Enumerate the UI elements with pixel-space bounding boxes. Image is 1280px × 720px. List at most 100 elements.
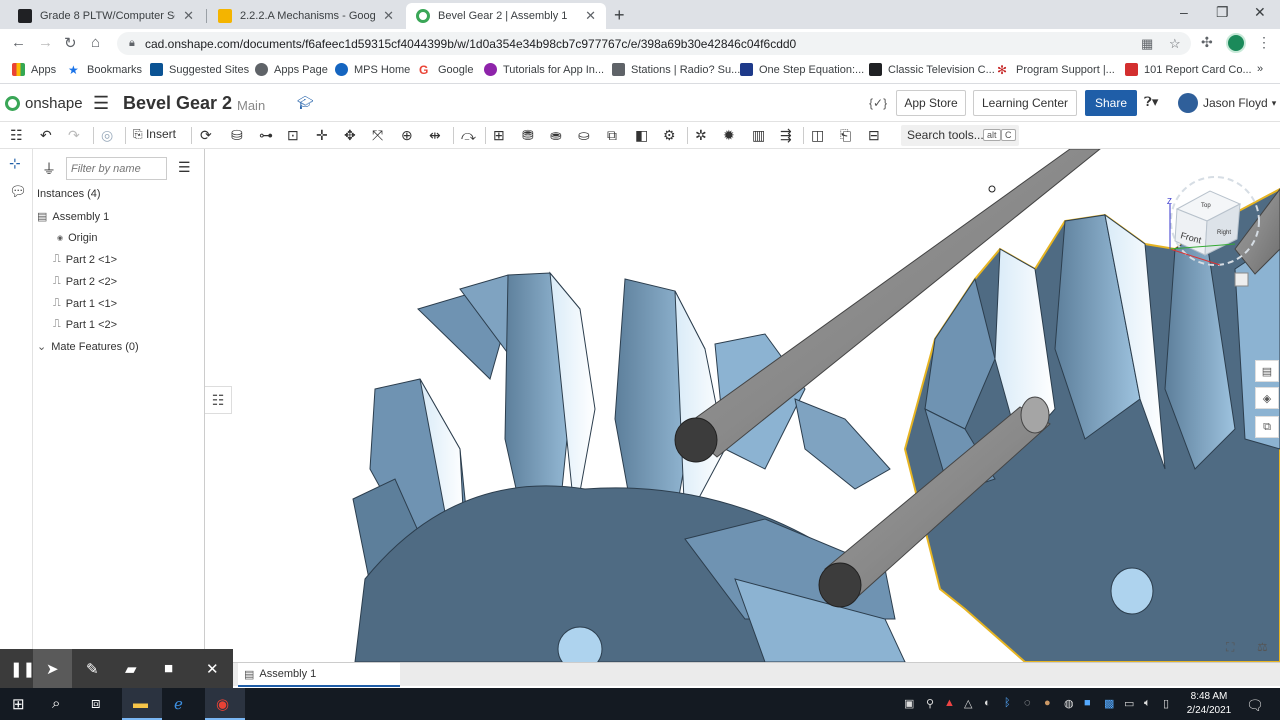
graduation-cap-icon[interactable]: 🎓︎ bbox=[297, 95, 314, 111]
chrome-icon[interactable]: ◉ bbox=[216, 695, 229, 713]
highlighter-icon[interactable]: ▰ bbox=[125, 660, 137, 678]
onshape-logo[interactable]: onshape bbox=[5, 95, 83, 112]
hamburger-menu-icon[interactable]: ☰ bbox=[93, 93, 109, 114]
mate-values-panel-icon[interactable]: ⧉ bbox=[1255, 416, 1279, 438]
gear-icon[interactable]: ✹ bbox=[723, 127, 735, 144]
revolute-mate-icon[interactable]: ⊶ bbox=[259, 127, 273, 144]
tree-item-part[interactable]: ⎍ Part 2 <2> bbox=[53, 275, 117, 288]
linear-relation-icon[interactable]: ◧ bbox=[635, 127, 648, 144]
bookmark-star-icon[interactable]: ☆ bbox=[1169, 36, 1181, 52]
bookmark-program-support[interactable]: ✻ Program Support |... bbox=[997, 63, 1115, 77]
bookmark-one-step[interactable]: One Step Equation:... bbox=[740, 63, 864, 76]
window-close-icon[interactable]: ✕ bbox=[1254, 4, 1266, 21]
group-icon[interactable]: ⛃ bbox=[522, 127, 534, 144]
back-icon[interactable]: ← bbox=[11, 34, 26, 51]
regenerate-icon[interactable]: ◎ bbox=[101, 127, 113, 144]
view-cube-home-icon[interactable] bbox=[1234, 272, 1249, 287]
tray-app-icon[interactable]: ■ bbox=[1084, 697, 1091, 709]
tree-item-part[interactable]: ⎍ Part 2 <1> bbox=[53, 253, 117, 266]
view-cube-top-label[interactable]: Top bbox=[1201, 203, 1211, 209]
branch-name[interactable]: Main bbox=[237, 98, 265, 113]
screw-relation-icon[interactable]: ⧉ bbox=[607, 127, 617, 144]
pointer-icon[interactable]: ➤ bbox=[46, 660, 59, 678]
graphics-viewport[interactable]: Top Front Right Z bbox=[205, 149, 1280, 662]
qr-code-icon[interactable]: ▦ bbox=[1141, 36, 1153, 52]
search-tools-button[interactable]: Search tools... alt C bbox=[901, 125, 1019, 146]
planar-mate-icon[interactable]: ✛ bbox=[316, 127, 328, 144]
filter-icon[interactable]: ⏚ bbox=[42, 159, 56, 179]
mass-properties-icon[interactable]: ⛶ bbox=[1226, 640, 1234, 655]
profile-avatar[interactable] bbox=[1226, 33, 1246, 53]
section-view-icon[interactable]: ▥ bbox=[752, 127, 765, 144]
app-store-button[interactable]: App Store bbox=[896, 90, 966, 116]
tab-assembly-1[interactable]: ▤ Assembly 1 bbox=[238, 663, 400, 687]
tangent-mate-icon[interactable]: ⤼ bbox=[461, 127, 476, 144]
close-recorder-icon[interactable]: ✕ bbox=[206, 660, 219, 678]
redo-icon[interactable]: ↷ bbox=[68, 127, 80, 144]
animate-icon[interactable]: ✲ bbox=[695, 127, 707, 144]
microphone-icon[interactable]: ⚲ bbox=[926, 697, 934, 710]
new-tab-button[interactable]: + bbox=[614, 5, 625, 26]
properties-panel-icon[interactable]: ▤ bbox=[1255, 360, 1279, 382]
bookmark-tutorials[interactable]: Tutorials for App In... bbox=[484, 63, 604, 76]
gear-relation-icon[interactable]: ⛂ bbox=[550, 127, 562, 144]
language-icon[interactable]: ▯ bbox=[1163, 697, 1169, 710]
pause-icon[interactable]: ❚❚ bbox=[10, 660, 35, 678]
home-icon[interactable]: ⌂ bbox=[91, 34, 100, 51]
tray-app-icon[interactable]: ▣ bbox=[904, 697, 914, 710]
bluetooth-icon[interactable]: ᛒ bbox=[1004, 697, 1011, 709]
bookmark-google[interactable]: G Google bbox=[419, 63, 473, 77]
measure-scale-icon[interactable]: ⚖ bbox=[1257, 640, 1268, 654]
menu-dots-icon[interactable]: ⋮ bbox=[1257, 34, 1271, 51]
bookmark-classic-tv[interactable]: Classic Television C... bbox=[869, 63, 995, 76]
help-icon[interactable]: ❓︎▾ bbox=[1144, 94, 1158, 110]
browser-tab-onshape[interactable]: Bevel Gear 2 | Assembly 1 ✕ bbox=[406, 3, 606, 29]
bookmark-apps-page[interactable]: Apps Page bbox=[255, 63, 328, 76]
list-view-icon[interactable]: ☰ bbox=[178, 159, 191, 176]
rack-pinion-icon[interactable]: ⛀ bbox=[578, 127, 590, 144]
bookmark-report-card[interactable]: 101 Report Card Co... bbox=[1125, 63, 1252, 76]
bookmark-mps-home[interactable]: MPS Home bbox=[335, 63, 410, 76]
comments-icon[interactable]: 💬︎ bbox=[9, 183, 27, 200]
browser-tab-pltw[interactable]: Grade 8 PLTW/Computer Science ✕ bbox=[8, 3, 204, 29]
file-explorer-icon[interactable]: ▬ bbox=[133, 695, 148, 712]
pen-icon[interactable]: ✎ bbox=[86, 660, 99, 678]
tray-app-icon[interactable]: ◌ bbox=[1024, 697, 1031, 709]
tree-item-part[interactable]: ⎍ Part 1 <1> bbox=[53, 297, 117, 310]
bookmark-stations[interactable]: Stations | Radio? Su... bbox=[612, 63, 740, 76]
parallel-mate-icon[interactable]: ⇹ bbox=[429, 127, 441, 144]
extensions-icon[interactable]: ✣ bbox=[1201, 34, 1213, 51]
task-view-icon[interactable]: ⧈ bbox=[91, 695, 101, 712]
close-icon[interactable]: ✕ bbox=[383, 8, 394, 24]
drive-icon[interactable]: △ bbox=[964, 697, 972, 710]
address-bar[interactable]: 🔒︎ cad.onshape.com/documents/f6afeec1d59… bbox=[117, 32, 1191, 55]
tray-app-icon[interactable]: ◍ bbox=[1064, 697, 1074, 710]
tree-item-mate-features[interactable]: ⌄ Mate Features (0) bbox=[37, 340, 139, 354]
ball-mate-icon[interactable]: ⊕ bbox=[401, 127, 413, 144]
bookmark-suggested-sites[interactable]: Suggested Sites bbox=[150, 63, 249, 76]
document-title[interactable]: Bevel Gear 2 bbox=[123, 93, 232, 114]
close-icon[interactable]: ✕ bbox=[585, 8, 596, 24]
forward-icon[interactable]: → bbox=[38, 34, 53, 51]
tray-app-icon[interactable]: ◐ bbox=[984, 697, 991, 709]
windows-start-icon[interactable]: ⊞ bbox=[12, 695, 25, 713]
explode-icon[interactable]: ⇶ bbox=[780, 127, 792, 144]
taskbar-clock[interactable]: 8:48 AM 2/24/2021 bbox=[1183, 690, 1235, 718]
cylindrical-mate-icon[interactable]: ✥ bbox=[344, 127, 356, 144]
user-menu[interactable]: Jason Floyd ▾ bbox=[1178, 93, 1276, 113]
webcam-icon[interactable]: ■ bbox=[164, 660, 173, 677]
volume-icon[interactable]: 🔈︎ bbox=[1144, 697, 1151, 710]
close-icon[interactable]: ✕ bbox=[183, 8, 194, 24]
tray-app-icon[interactable]: ▩ bbox=[1104, 697, 1114, 710]
browser-tab-slides[interactable]: 2.2.2.A Mechanisms - Google Sli ✕ bbox=[208, 3, 404, 29]
configurations-icon[interactable]: ⊟ bbox=[868, 127, 880, 144]
undo-icon[interactable]: ↶ bbox=[40, 127, 52, 144]
tree-item-assembly[interactable]: ▤ Assembly 1 bbox=[37, 210, 109, 224]
panel-collapse-icon[interactable]: ☷ bbox=[205, 386, 232, 414]
acrobat-icon[interactable]: ▲ bbox=[944, 697, 955, 709]
measure-icon[interactable]: ⚙ bbox=[663, 127, 676, 144]
insert-button[interactable]: ⎘ Insert bbox=[133, 127, 176, 142]
share-button[interactable]: Share bbox=[1085, 90, 1137, 116]
appearance-panel-icon[interactable]: ◈ bbox=[1255, 387, 1279, 409]
fastened-mate-icon[interactable]: ⛁ bbox=[231, 127, 243, 144]
